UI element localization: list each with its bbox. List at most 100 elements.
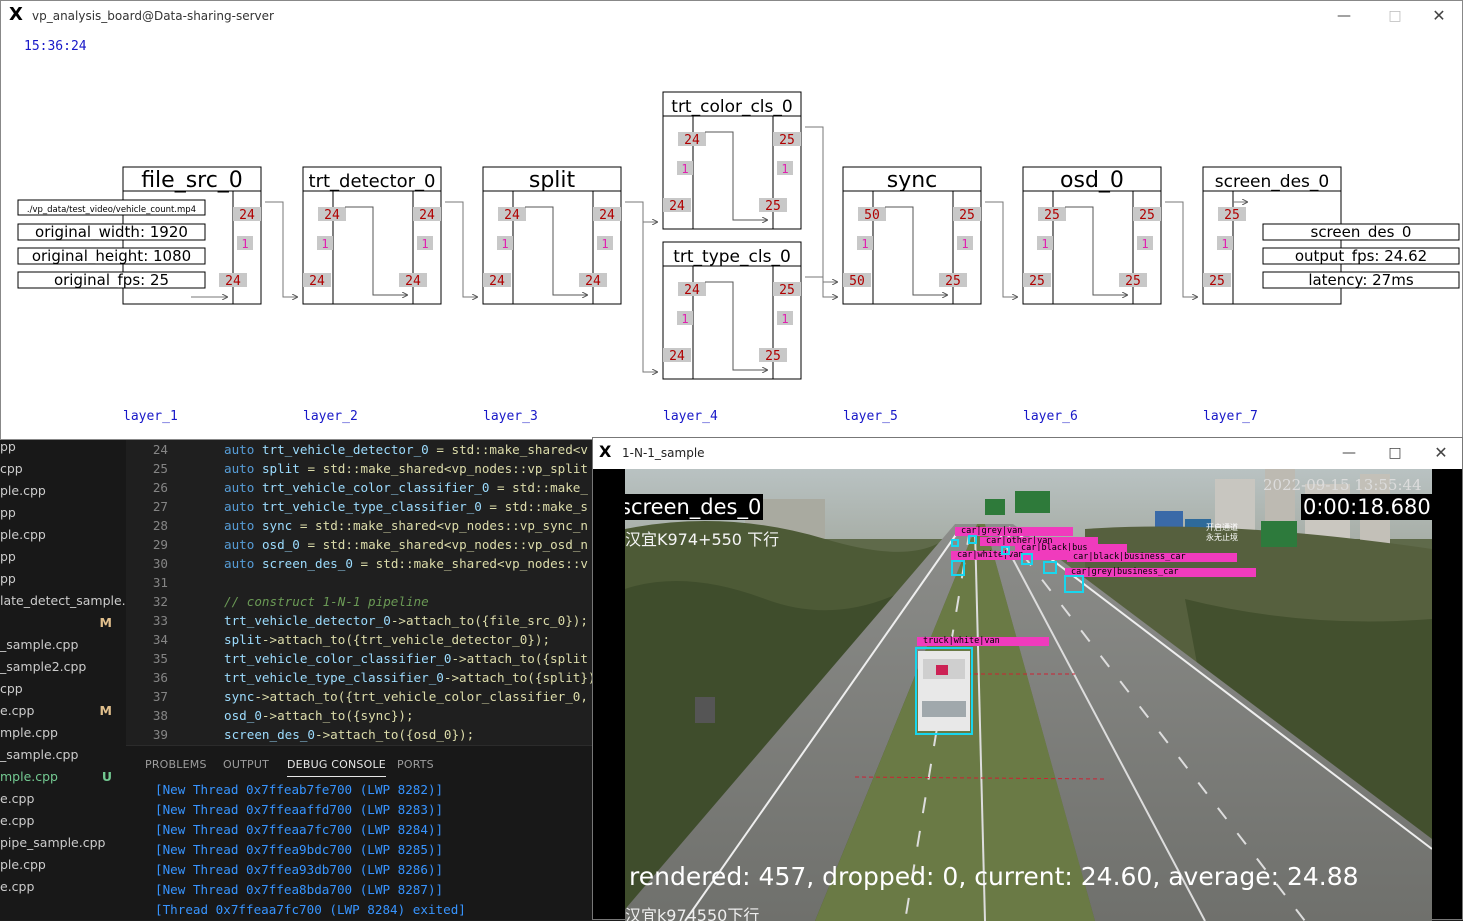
road-sign-text: 开启通道 永无止境 bbox=[1206, 523, 1238, 542]
queue-size: 24 bbox=[669, 199, 685, 214]
pipeline-node-title: screen_des_0 bbox=[1215, 172, 1329, 192]
minimize-icon[interactable]: — bbox=[1335, 442, 1363, 464]
explorer-file-item[interactable]: e.cpp bbox=[0, 810, 126, 832]
explorer-file-item[interactable]: pp bbox=[0, 502, 126, 524]
mid-count: 1 bbox=[321, 237, 328, 251]
explorer-file-item[interactable]: mple.cpp bbox=[0, 722, 126, 744]
explorer-file-item[interactable]: cpp bbox=[0, 458, 126, 480]
vscode-window: pp cpp ple.cpp pp ple.cpp pp pp late_detect_sam… bbox=[0, 439, 600, 920]
code-text: auto sync = std::make_shared<vp_nodes::v… bbox=[224, 518, 588, 533]
mid-count: 1 bbox=[861, 237, 868, 251]
code-line: 35 trt_vehicle_color_classifier_0->attach… bbox=[126, 649, 600, 668]
line-number: 38 bbox=[152, 708, 168, 723]
mid-count: 1 bbox=[501, 237, 508, 251]
tab-output[interactable]: OUTPUT bbox=[223, 758, 269, 771]
pipeline-node-title: trt_color_cls_0 bbox=[671, 97, 792, 117]
console-line: [New Thread 0x7ffeab7fe700 (LWP 8282)] bbox=[155, 782, 444, 797]
console-line: [New Thread 0x7ffeaaffd700 (LWP 8283)] bbox=[155, 802, 444, 817]
file-name: ple.cpp bbox=[0, 527, 46, 542]
queue-size: 25 bbox=[779, 133, 795, 148]
explorer-file-item[interactable]: e.cpp bbox=[0, 876, 126, 898]
file-name: pp bbox=[0, 549, 16, 564]
close-icon[interactable]: ✕ bbox=[1425, 5, 1453, 27]
explorer-file-item[interactable]: _sample.cpp bbox=[0, 634, 126, 656]
explorer-file-item[interactable]: cpp bbox=[0, 678, 126, 700]
queue-size: 24 bbox=[669, 349, 685, 364]
connector-arrow bbox=[445, 201, 477, 297]
file-name: _sample.cpp bbox=[0, 747, 79, 762]
bottom-panel: PROBLEMS OUTPUT DEBUG CONSOLE PORTS [New… bbox=[126, 745, 600, 920]
explorer-file-item[interactable]: ple.cpp bbox=[0, 480, 126, 502]
line-number: 37 bbox=[152, 689, 168, 704]
line-number: 32 bbox=[152, 594, 168, 609]
file-name: _sample.cpp bbox=[0, 637, 79, 652]
file-name: e.cpp bbox=[0, 813, 35, 828]
line-number: 35 bbox=[152, 651, 168, 666]
elapsed-time-overlay: 0:00:18.680 bbox=[1301, 494, 1432, 520]
maximize-icon[interactable]: □ bbox=[1381, 442, 1409, 464]
board-titlebar[interactable]: X vp_analysis_board@Data-sharing-server … bbox=[1, 1, 1462, 32]
code-editor[interactable]: 24 auto trt_vehicle_detector_0 = std::mak… bbox=[126, 440, 600, 745]
close-icon[interactable]: ✕ bbox=[1427, 442, 1455, 464]
queue-size: 25 bbox=[765, 199, 781, 214]
source-height: original_height: 1080 bbox=[32, 247, 191, 266]
explorer-file-item[interactable]: e.cpp bbox=[0, 788, 126, 810]
code-line: 29 auto osd_0 = std::make_shared<vp_nodes… bbox=[126, 535, 600, 554]
detection-box bbox=[951, 539, 959, 547]
connector-arrow bbox=[625, 201, 657, 372]
queue-size: 24 bbox=[684, 283, 700, 298]
line-number: 33 bbox=[152, 613, 168, 628]
explorer-file-item[interactable]: ple.cpp bbox=[0, 854, 126, 876]
pipeline-node-title: file_src_0 bbox=[141, 168, 243, 193]
queue-size: 50 bbox=[849, 274, 865, 289]
explorer-file-item[interactable]: pp bbox=[0, 546, 126, 568]
layer-label: layer_3 bbox=[483, 409, 538, 424]
explorer-file-item[interactable]: pp bbox=[0, 568, 126, 590]
video-window: X 1-N-1_sample — □ ✕ car|grey|van car|ot… bbox=[592, 437, 1463, 921]
queue-size: 25 bbox=[1139, 208, 1155, 223]
pipeline-node-title: trt_detector_0 bbox=[309, 171, 436, 192]
dest-name: screen_des_0 bbox=[1311, 223, 1412, 242]
code-line: 24 auto trt_vehicle_detector_0 = std::mak… bbox=[126, 440, 600, 459]
queue-size: 25 bbox=[959, 208, 975, 223]
maximize-icon[interactable]: □ bbox=[1381, 5, 1409, 27]
explorer-file-item[interactable]: late_detect_sample.... bbox=[0, 590, 138, 612]
line-number: 26 bbox=[152, 480, 168, 495]
video-titlebar[interactable]: X 1-N-1_sample — □ ✕ bbox=[593, 438, 1462, 469]
minimize-icon[interactable]: — bbox=[1330, 5, 1358, 27]
detection-box bbox=[968, 535, 977, 544]
mid-count: 1 bbox=[1221, 237, 1228, 251]
layer-label: layer_2 bbox=[303, 409, 358, 424]
code-line: 37 sync->attach_to({trt_vehicle_color_cla… bbox=[126, 687, 600, 706]
video-frame: car|grey|van car|other|van car|black|bus… bbox=[625, 469, 1432, 921]
code-text: auto trt_vehicle_detector_0 = std::make_… bbox=[224, 442, 588, 457]
tab-problems[interactable]: PROBLEMS bbox=[145, 758, 207, 771]
explorer-file-item[interactable]: pipe_sample.cpp bbox=[0, 832, 126, 854]
code-text: auto trt_vehicle_type_classifier_0 = std… bbox=[224, 499, 588, 514]
line-number: 28 bbox=[152, 518, 168, 533]
mid-count: 1 bbox=[601, 237, 608, 251]
git-status-badge: M bbox=[99, 703, 112, 718]
queue-size: 25 bbox=[779, 283, 795, 298]
line-number: 25 bbox=[152, 461, 168, 476]
console-line: [New Thread 0x7ffea8bda700 (LWP 8287)] bbox=[155, 882, 444, 897]
explorer-file-item[interactable]: _sample.cpp bbox=[0, 744, 126, 766]
file-name: mple.cpp bbox=[0, 769, 58, 784]
git-status-badge: U bbox=[101, 769, 112, 784]
code-line: 36 trt_vehicle_type_classifier_0->attach_… bbox=[126, 668, 600, 687]
file-name: cpp bbox=[0, 461, 23, 476]
tab-debug-console[interactable]: DEBUG CONSOLE bbox=[287, 758, 386, 777]
explorer-file-item[interactable]: M bbox=[0, 612, 126, 634]
x11-logo-icon: X bbox=[9, 4, 23, 25]
code-text: auto osd_0 = std::make_shared<vp_nodes::… bbox=[224, 537, 588, 552]
explorer-file-item[interactable]: ple.cpp bbox=[0, 524, 126, 546]
explorer-file-item[interactable]: e.cpp M bbox=[0, 700, 126, 722]
git-status-badge: M bbox=[99, 615, 112, 630]
explorer-file-item[interactable]: _sample2.cpp bbox=[0, 656, 126, 678]
node-name-overlay: screen_des_0 bbox=[625, 494, 764, 520]
explorer-file-item[interactable]: mple.cpp U bbox=[0, 766, 126, 788]
pipeline-graph: file_src_0 24 1 24 trt_detector_0 24 1 24 24 1 24 s… bbox=[17, 91, 1460, 380]
mid-count: 1 bbox=[241, 237, 248, 251]
code-line: 34 split->attach_to({trt_vehicle_detector… bbox=[126, 630, 600, 649]
tab-ports[interactable]: PORTS bbox=[397, 758, 434, 771]
